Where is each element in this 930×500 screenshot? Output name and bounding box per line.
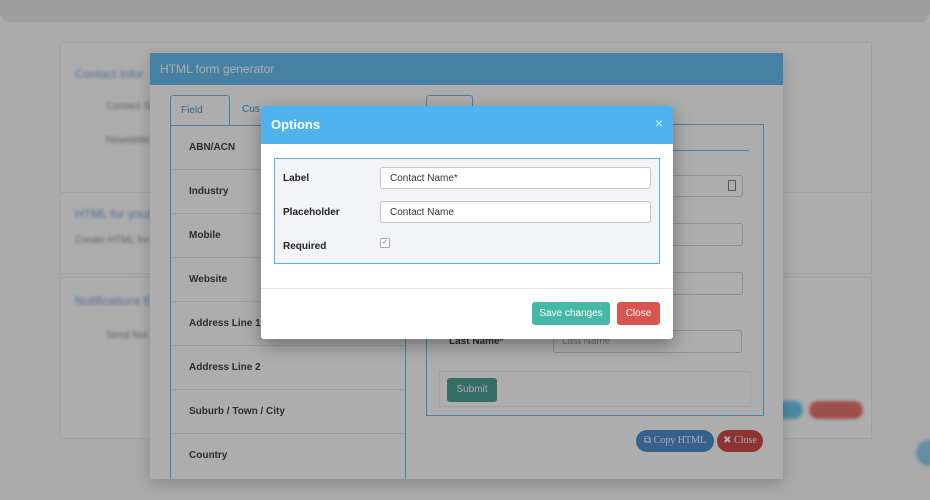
modal-footer-divider bbox=[261, 288, 673, 289]
options-form: Label Placeholder Required ✓ bbox=[274, 158, 660, 264]
label-field-label: Label bbox=[283, 173, 310, 184]
close-x-icon[interactable]: × bbox=[655, 115, 663, 131]
required-checkbox[interactable]: ✓ bbox=[380, 238, 390, 248]
close-options-button[interactable]: Close bbox=[617, 302, 660, 325]
required-field-label: Required bbox=[283, 241, 327, 252]
label-input[interactable] bbox=[380, 167, 651, 189]
placeholder-input[interactable] bbox=[380, 201, 651, 223]
options-modal-header: Options × bbox=[261, 106, 673, 144]
options-modal-title: Options bbox=[271, 117, 321, 132]
placeholder-field-label: Placeholder bbox=[283, 207, 340, 218]
save-changes-button[interactable]: Save changes bbox=[532, 302, 610, 325]
options-modal: Options × Label Placeholder Required ✓ S… bbox=[261, 106, 673, 339]
